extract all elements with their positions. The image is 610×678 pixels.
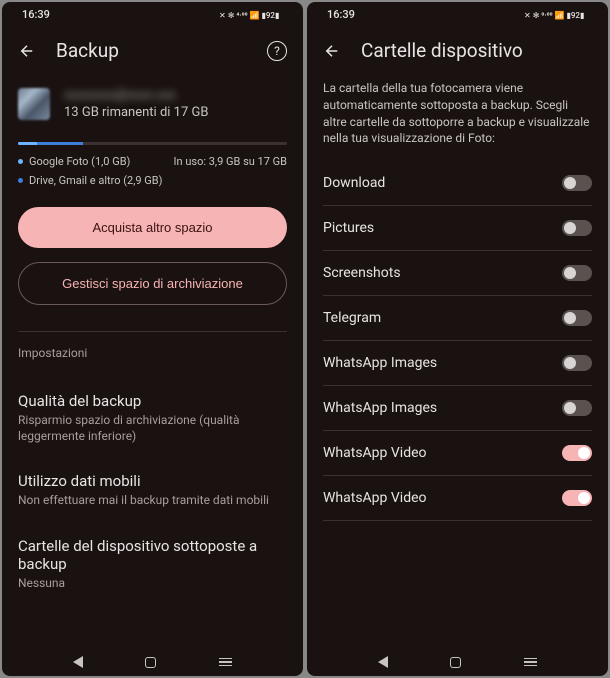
setting-item[interactable]: Utilizzo dati mobili Non effettuare mai i… xyxy=(18,458,287,523)
dot-icon xyxy=(18,178,23,183)
folder-toggle[interactable] xyxy=(562,310,592,326)
dot-icon xyxy=(18,159,23,164)
nav-back-icon[interactable] xyxy=(378,656,388,668)
usage-row-2: Drive, Gmail e altro (2,9 GB) xyxy=(18,174,287,187)
backup-screen: 16:39 ✕ ✻ ⁴·⁰⁰ 📶 ▮92▮ Backup ? xxxxxxxx@… xyxy=(2,2,303,676)
folder-toggle[interactable] xyxy=(562,265,592,281)
back-icon[interactable] xyxy=(323,42,341,60)
avatar xyxy=(18,88,50,120)
folder-toggle[interactable] xyxy=(562,355,592,371)
folder-name: WhatsApp Images xyxy=(323,400,437,416)
storage-remaining: 13 GB rimanenti di 17 GB xyxy=(64,105,208,120)
divider xyxy=(18,331,287,332)
folder-name: Download xyxy=(323,175,385,191)
folder-toggle[interactable] xyxy=(562,175,592,191)
manage-storage-button[interactable]: Gestisci spazio di archiviazione xyxy=(18,262,287,305)
usage-row-1: Google Foto (1,0 GB) In uso: 3,9 GB su 1… xyxy=(18,155,287,168)
folder-toggle[interactable] xyxy=(562,490,592,506)
account-row[interactable]: xxxxxxxx@xxxx.xxx 13 GB rimanenti di 17 … xyxy=(18,70,287,130)
setting-subtitle: Non effettuare mai il backup tramite dat… xyxy=(18,493,287,509)
page-title: Backup xyxy=(56,39,247,62)
setting-title: Cartelle del dispositivo sottoposte a ba… xyxy=(18,537,287,573)
setting-item[interactable]: Cartelle del dispositivo sottoposte a ba… xyxy=(18,523,287,606)
setting-subtitle: Nessuna xyxy=(18,576,287,592)
folder-row: Telegram xyxy=(323,296,592,341)
svg-text:✕ ✻ ⁴·⁰⁰ 📶 ▮92▮: ✕ ✻ ⁴·⁰⁰ 📶 ▮92▮ xyxy=(219,10,279,20)
setting-subtitle: Risparmio spazio di archiviazione (quali… xyxy=(18,413,287,444)
buy-storage-button[interactable]: Acquista altro spazio xyxy=(18,207,287,248)
setting-title: Qualità del backup xyxy=(18,392,287,410)
setting-item[interactable]: Qualità del backup Risparmio spazio di ar… xyxy=(18,378,287,458)
statusbar-time: 16:39 xyxy=(327,8,355,21)
folder-name: WhatsApp Images xyxy=(323,355,437,371)
nav-recent-icon[interactable] xyxy=(219,658,232,667)
nav-home-icon[interactable] xyxy=(450,657,461,668)
folder-name: Screenshots xyxy=(323,265,401,281)
setting-title: Utilizzo dati mobili xyxy=(18,472,287,490)
storage-progress xyxy=(18,142,287,145)
nav-recent-icon[interactable] xyxy=(524,658,537,667)
folder-row: WhatsApp Video xyxy=(323,476,592,521)
help-icon[interactable]: ? xyxy=(267,41,287,61)
folder-toggle[interactable] xyxy=(562,400,592,416)
folder-name: WhatsApp Video xyxy=(323,445,427,461)
statusbar: 16:39 ✕ ✻ ⁰·⁰⁰ 📶 ▮92▮ xyxy=(307,2,608,25)
folder-row: WhatsApp Video xyxy=(323,431,592,476)
statusbar-time: 16:39 xyxy=(22,8,50,21)
titlebar: Cartelle dispositivo xyxy=(307,25,608,70)
folder-name: WhatsApp Video xyxy=(323,490,427,506)
folder-name: Telegram xyxy=(323,310,381,326)
navbar xyxy=(307,646,608,676)
page-title: Cartelle dispositivo xyxy=(361,39,592,62)
statusbar-indicators: ✕ ✻ ⁰·⁰⁰ 📶 ▮92▮ xyxy=(524,10,588,20)
titlebar: Backup ? xyxy=(2,25,303,70)
account-email: xxxxxxxx@xxxx.xxx xyxy=(64,88,208,103)
folder-toggle[interactable] xyxy=(562,445,592,461)
nav-home-icon[interactable] xyxy=(145,657,156,668)
content: La cartella della tua fotocamera viene a… xyxy=(307,70,608,646)
folder-row: Screenshots xyxy=(323,251,592,296)
folders-screen: 16:39 ✕ ✻ ⁰·⁰⁰ 📶 ▮92▮ Cartelle dispositi… xyxy=(307,2,608,676)
back-icon[interactable] xyxy=(18,42,36,60)
folder-row: WhatsApp Images xyxy=(323,341,592,386)
statusbar: 16:39 ✕ ✻ ⁴·⁰⁰ 📶 ▮92▮ xyxy=(2,2,303,25)
folder-row: Pictures xyxy=(323,206,592,251)
usage-total: In uso: 3,9 GB su 17 GB xyxy=(174,155,287,168)
content: xxxxxxxx@xxxx.xxx 13 GB rimanenti di 17 … xyxy=(2,70,303,646)
statusbar-indicators: ✕ ✻ ⁴·⁰⁰ 📶 ▮92▮ xyxy=(219,10,283,20)
section-label: Impostazioni xyxy=(18,346,287,360)
svg-text:✕ ✻ ⁰·⁰⁰ 📶 ▮92▮: ✕ ✻ ⁰·⁰⁰ 📶 ▮92▮ xyxy=(524,10,584,20)
nav-back-icon[interactable] xyxy=(73,656,83,668)
description: La cartella della tua fotocamera viene a… xyxy=(323,70,592,161)
folder-row: Download xyxy=(323,161,592,206)
folder-row: WhatsApp Images xyxy=(323,386,592,431)
folder-toggle[interactable] xyxy=(562,220,592,236)
navbar xyxy=(2,646,303,676)
folder-name: Pictures xyxy=(323,220,374,236)
